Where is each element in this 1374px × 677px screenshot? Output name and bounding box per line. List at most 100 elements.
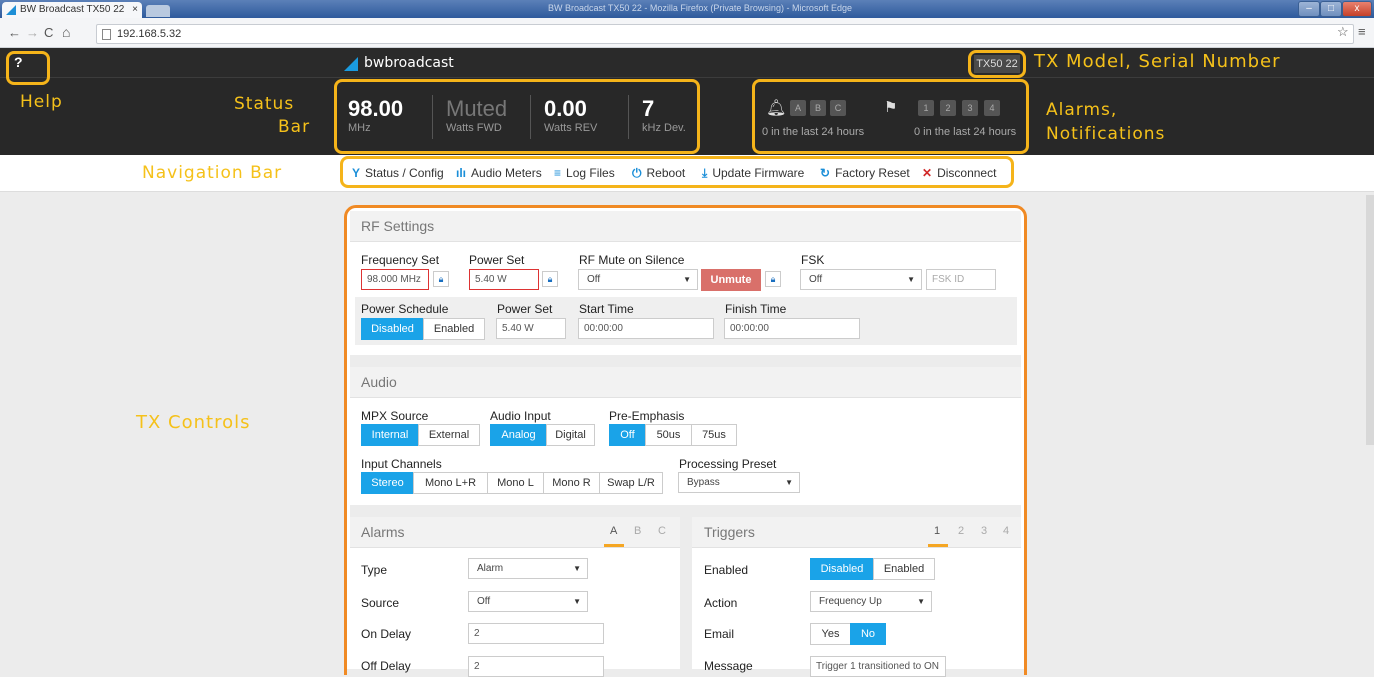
notification-badge-4[interactable]: 4 [984, 100, 1000, 116]
frequency-set-label: Frequency Set [361, 253, 440, 267]
email-no-button[interactable]: No [850, 623, 886, 645]
chevron-down-icon: ▼ [573, 597, 581, 606]
alarm-badge-c[interactable]: C [830, 100, 846, 116]
fsk-select[interactable]: Off ▼ [800, 269, 922, 290]
home-icon[interactable]: ⌂ [62, 24, 70, 40]
alarm-tab-c[interactable]: C [658, 525, 666, 537]
source-select[interactable]: Off ▼ [468, 591, 588, 612]
unmute-button[interactable]: Unmute [701, 269, 761, 291]
lock-icon[interactable]: 🔒︎ [433, 271, 449, 287]
action-select[interactable]: Frequency Up ▼ [810, 591, 932, 612]
pre-off-button[interactable]: Off [609, 424, 646, 446]
finish-time-input[interactable]: 00:00:00 [724, 318, 860, 339]
close-window-button[interactable]: x [1342, 1, 1372, 17]
frequency-unit: MHz [348, 122, 371, 134]
type-select[interactable]: Alarm ▼ [468, 558, 588, 579]
schedule-power-label: Power Set [497, 302, 553, 316]
active-tab-underline [928, 544, 948, 547]
trigger-tab-2[interactable]: 2 [958, 525, 964, 537]
source-value: Off [477, 596, 491, 607]
trigger-tab-3[interactable]: 3 [981, 525, 987, 537]
nav-factory-reset[interactable]: ↻ Factory Reset [820, 166, 910, 180]
mpx-source-label: MPX Source [361, 409, 429, 423]
alarm-badge-b[interactable]: B [810, 100, 826, 116]
mono-l-button[interactable]: Mono L [487, 472, 544, 494]
url-text: 192.168.5.32 [117, 28, 182, 40]
on-delay-input[interactable]: 2 [468, 623, 604, 644]
forward-icon[interactable]: → [26, 25, 39, 40]
stereo-button[interactable]: Stereo [361, 472, 414, 494]
trigger-tab-4[interactable]: 4 [1003, 525, 1009, 537]
page-icon [102, 29, 111, 40]
reverse-power-unit: Watts REV [544, 122, 598, 134]
alarm-badge-a[interactable]: A [790, 100, 806, 116]
schedule-disabled-button[interactable]: Disabled [361, 318, 424, 340]
digital-button[interactable]: Digital [546, 424, 595, 446]
address-bar[interactable]: 192.168.5.32 [96, 24, 1354, 44]
mpx-internal-button[interactable]: Internal [361, 424, 419, 446]
nav-update-firmware[interactable]: ⤓ Update Firmware [702, 166, 804, 181]
minimize-button[interactable]: – [1298, 1, 1320, 17]
fsk-label: FSK [801, 253, 825, 267]
flag-icon[interactable]: ⚑ [884, 98, 897, 116]
frequency-set-input[interactable]: 98.000 MHz [361, 269, 429, 290]
nav-audio-meters[interactable]: ılı Audio Meters [456, 166, 542, 180]
fsk-id-input[interactable]: FSK ID [926, 269, 996, 290]
alarm-tab-b[interactable]: B [634, 525, 641, 537]
trigger-tab-1[interactable]: 1 [934, 525, 940, 537]
reload-icon[interactable]: C [44, 25, 53, 40]
bell-icon[interactable]: 🔔︎ [766, 98, 786, 118]
alarms-panel-header: Alarms [350, 517, 680, 548]
lock-icon[interactable]: 🔒︎ [542, 271, 558, 287]
maximize-button[interactable]: □ [1320, 1, 1342, 17]
download-icon: ⤓ [702, 166, 708, 180]
nav-log-files[interactable]: ≡ Log Files [554, 166, 615, 180]
notification-badge-1[interactable]: 1 [918, 100, 934, 116]
start-time-input[interactable]: 00:00:00 [578, 318, 714, 339]
off-delay-input[interactable]: 2 [468, 656, 604, 677]
notification-badge-3[interactable]: 3 [962, 100, 978, 116]
email-yes-button[interactable]: Yes [810, 623, 851, 645]
trigger-disabled-button[interactable]: Disabled [810, 558, 874, 580]
nav-label: Update Firmware [712, 166, 805, 180]
mono-lr-button[interactable]: Mono L+R [413, 472, 488, 494]
pre-50us-button[interactable]: 50us [645, 424, 692, 446]
mpx-external-button[interactable]: External [418, 424, 480, 446]
pre-75us-button[interactable]: 75us [691, 424, 737, 446]
power-set-label: Power Set [469, 253, 525, 267]
processing-preset-select[interactable]: Bypass ▼ [678, 472, 800, 493]
trigger-enabled-button[interactable]: Enabled [873, 558, 935, 580]
message-input[interactable]: Trigger 1 transitioned to ON [810, 656, 946, 677]
audio-header: Audio [350, 367, 1021, 398]
notification-badge-2[interactable]: 2 [940, 100, 956, 116]
chevron-down-icon: ▼ [907, 275, 915, 284]
action-value: Frequency Up [819, 596, 882, 607]
callout-navigation-bar: Navigation Bar [142, 163, 283, 183]
schedule-enabled-button[interactable]: Enabled [423, 318, 485, 340]
analog-button[interactable]: Analog [490, 424, 547, 446]
power-set-input[interactable]: 5.40 W [469, 269, 539, 290]
callout-help: Help [20, 92, 63, 112]
rf-mute-select[interactable]: Off ▼ [578, 269, 698, 290]
back-icon[interactable]: ← [8, 25, 21, 40]
new-tab-button[interactable] [146, 5, 170, 17]
browser-tab[interactable]: BW Broadcast TX50 22 × [2, 2, 142, 18]
nav-status-config[interactable]: Y Status / Config [352, 166, 444, 180]
notifications-count: 0 in the last 24 hours [914, 126, 1017, 138]
alarm-tab-a[interactable]: A [610, 525, 617, 537]
schedule-power-input[interactable]: 5.40 W [496, 318, 566, 339]
tab-close-icon[interactable]: × [132, 2, 138, 18]
forward-power-unit: Watts FWD [446, 122, 502, 134]
menu-icon[interactable]: ≡ [1358, 24, 1366, 39]
nav-reboot[interactable]: ⏻ Reboot [632, 166, 685, 181]
reverse-power-value: 0.00 [544, 96, 587, 121]
swap-lr-button[interactable]: Swap L/R [599, 472, 663, 494]
scrollbar[interactable] [1366, 195, 1374, 445]
bw-logo-icon [6, 5, 16, 15]
section-gap [350, 505, 1021, 517]
star-icon[interactable]: ☆ [1337, 24, 1349, 40]
mono-r-button[interactable]: Mono R [543, 472, 600, 494]
lock-icon[interactable]: 🔒︎ [765, 271, 781, 287]
nav-disconnect[interactable]: ✕ Disconnect [922, 166, 996, 180]
help-button[interactable]: ? [14, 54, 23, 70]
